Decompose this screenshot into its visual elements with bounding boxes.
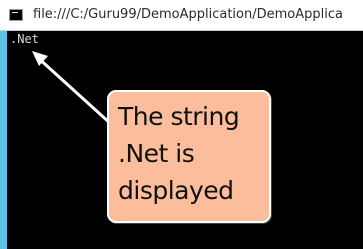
annotation-callout-text: The string .Net is displayed	[118, 98, 268, 209]
annotation-arrow-shaft	[34, 54, 113, 126]
annotation-line-2: .Net is	[118, 139, 195, 168]
annotation-line-1: The string	[118, 102, 240, 131]
annotation-line-3: displayed	[118, 176, 234, 205]
annotation-callout: The string .Net is displayed	[107, 90, 271, 223]
console-window: file:///C:/Guru99/DemoApplication/DemoAp…	[0, 0, 363, 249]
